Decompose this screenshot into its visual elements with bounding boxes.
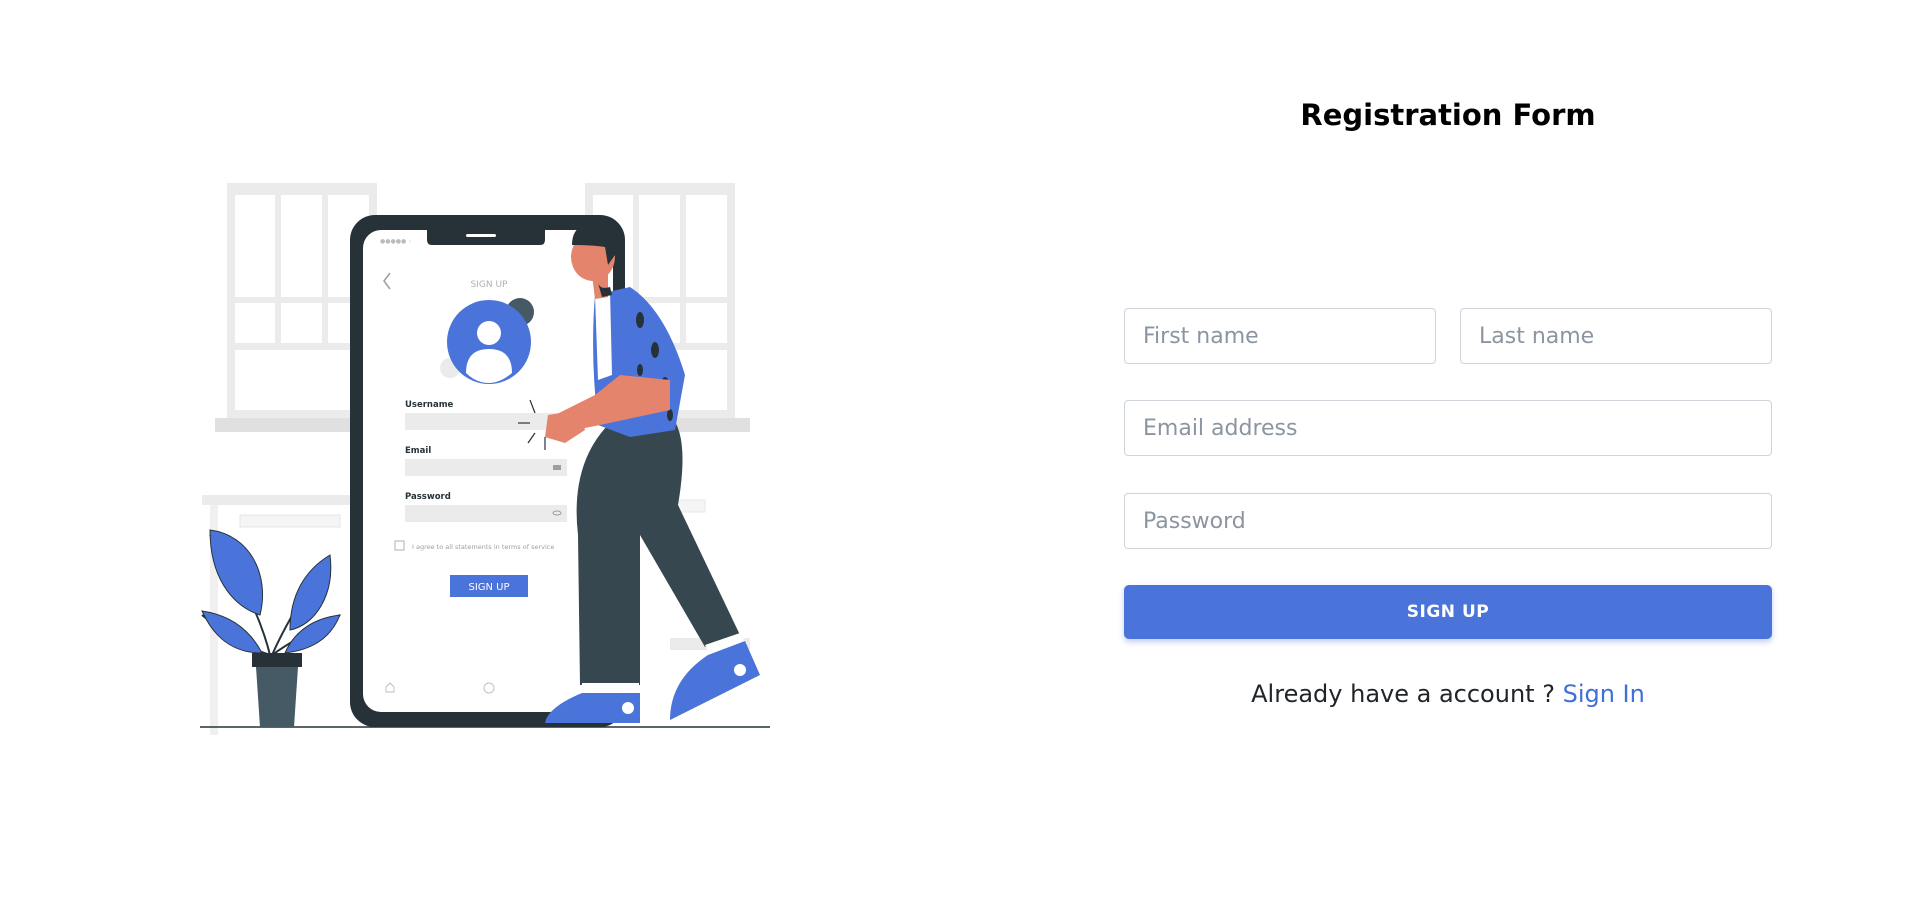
signup-illustration: ●●●●● ◦ SIGN UP Username Email Password … — [200, 175, 770, 735]
signin-prompt-line: Already have a account ? Sign In — [1124, 680, 1772, 708]
signup-button[interactable]: SIGN UP — [1124, 585, 1772, 639]
phone-password-label: Password — [405, 492, 451, 502]
form-title: Registration Form — [1300, 98, 1596, 132]
first-name-input[interactable] — [1124, 308, 1436, 364]
svg-text:●●●●● ◦: ●●●●● ◦ — [380, 238, 412, 245]
registration-form: Registration Form SIGN UP Already have a… — [1124, 0, 1772, 901]
password-input[interactable] — [1124, 493, 1772, 549]
phone-header: SIGN UP — [471, 280, 509, 290]
email-input[interactable] — [1124, 400, 1772, 456]
signin-prompt-text: Already have a account ? — [1251, 680, 1555, 708]
signin-link[interactable]: Sign In — [1563, 680, 1645, 708]
phone-terms-text: I agree to all statements in terms of se… — [412, 543, 554, 551]
phone-signup-button: SIGN UP — [468, 582, 509, 593]
plant-icon — [201, 529, 341, 727]
phone-email-label: Email — [405, 446, 431, 456]
phone-username-label: Username — [405, 400, 454, 410]
last-name-input[interactable] — [1460, 308, 1772, 364]
